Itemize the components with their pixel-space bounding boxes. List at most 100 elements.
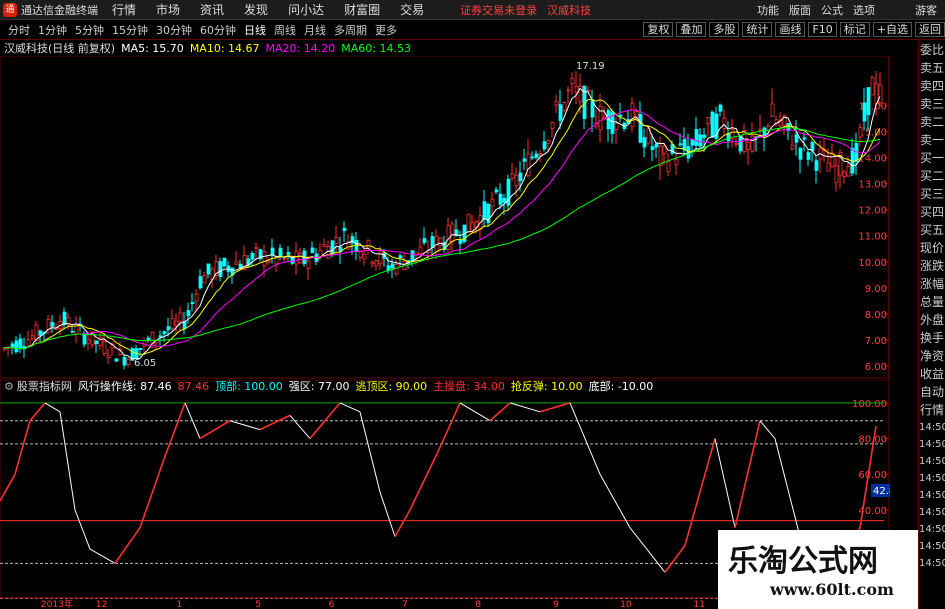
menu-wealth[interactable]: 财富圈 xyxy=(344,1,380,18)
period-weekly[interactable]: 周线 xyxy=(274,22,296,38)
login-notice[interactable]: 证券交易未登录 xyxy=(460,2,537,18)
menu-news[interactable]: 资讯 xyxy=(200,1,224,18)
candle-body xyxy=(250,253,255,260)
candle-body xyxy=(586,89,591,92)
add-watchlist-button[interactable]: +自选 xyxy=(872,22,912,37)
period-30min[interactable]: 30分钟 xyxy=(156,22,192,38)
candle-body xyxy=(658,145,663,166)
candle-body xyxy=(502,197,507,203)
candle-body xyxy=(374,260,379,267)
guest-user[interactable]: 游客 xyxy=(915,2,937,18)
price-tick-label: 8.00 xyxy=(865,310,887,321)
candle-body xyxy=(794,134,799,143)
quote-item: 14:50 xyxy=(919,473,945,484)
candle-body xyxy=(798,147,803,160)
price-tick-label: 15.00 xyxy=(858,128,887,139)
indicator-line-segment xyxy=(74,509,91,550)
stats-button[interactable]: 统计 xyxy=(742,22,773,37)
quote-item: 14:50 xyxy=(919,422,945,433)
candle-body xyxy=(842,171,847,177)
period-1min[interactable]: 1分钟 xyxy=(38,22,67,38)
date-label: 10 xyxy=(620,599,632,609)
watermark-title: 乐淘公式网 xyxy=(728,544,878,579)
quote-item[interactable]: 行情 xyxy=(919,401,945,419)
menu-layout[interactable]: 版面 xyxy=(789,2,811,18)
candle-body xyxy=(718,104,723,112)
menu-ask[interactable]: 问小达 xyxy=(288,1,324,18)
candle-body xyxy=(322,244,327,247)
candle-body xyxy=(566,89,571,92)
period-multi[interactable]: 多周期 xyxy=(334,22,367,38)
candle-body xyxy=(62,311,67,326)
back-button[interactable]: 返回 xyxy=(915,22,945,37)
period-monthly[interactable]: 月线 xyxy=(304,22,326,38)
menu-trade[interactable]: 交易 xyxy=(400,1,424,18)
period-timeshare[interactable]: 分时 xyxy=(8,22,30,38)
period-15min[interactable]: 15分钟 xyxy=(112,22,148,38)
adjust-button[interactable]: 复权 xyxy=(643,22,674,37)
candle-body xyxy=(678,143,683,146)
menu-formula[interactable]: 公式 xyxy=(821,2,843,18)
period-daily[interactable]: 日线 xyxy=(244,22,266,38)
candle-body xyxy=(342,227,347,232)
indicator-line-segment xyxy=(459,402,491,422)
period-60min[interactable]: 60分钟 xyxy=(200,22,236,38)
mark-button[interactable]: 标记 xyxy=(839,22,870,37)
candle-body xyxy=(270,247,275,256)
candle-body xyxy=(826,162,831,172)
candle-body xyxy=(650,146,655,150)
candle-body xyxy=(830,152,835,168)
menu-options[interactable]: 选项 xyxy=(853,2,875,18)
candle-body xyxy=(286,252,291,255)
draw-line-button[interactable]: 画线 xyxy=(775,22,806,37)
candle-body xyxy=(170,317,175,329)
candlestick-chart[interactable]: 16.0015.0014.0013.0012.0011.0010.009.008… xyxy=(0,56,890,379)
candle-body xyxy=(398,255,403,259)
quote-item: 买一 xyxy=(919,151,944,165)
period-5min[interactable]: 5分钟 xyxy=(75,22,104,38)
quote-item[interactable]: 自动 xyxy=(919,383,945,401)
candle-body xyxy=(190,301,195,304)
date-label: 8 xyxy=(475,599,481,609)
watermark-url: www.60lt.com xyxy=(770,580,894,599)
menu-market[interactable]: 市场 xyxy=(156,1,180,18)
candle-body xyxy=(218,261,223,277)
quote-item: 卖四 xyxy=(919,79,944,93)
candle-body xyxy=(174,320,179,326)
overlay-button[interactable]: 叠加 xyxy=(676,22,707,37)
candle-body xyxy=(38,330,43,336)
candle-body xyxy=(254,246,259,250)
candle-body xyxy=(674,159,679,165)
indicator-line-segment xyxy=(89,548,116,564)
candle-body xyxy=(194,293,199,302)
candle-body xyxy=(310,247,315,254)
candle-body xyxy=(50,322,55,327)
f10-button[interactable]: F10 xyxy=(808,22,837,37)
notice-stock: 汉威科技 xyxy=(547,3,592,17)
stock-name: 汉威科技(日线 前复权) xyxy=(4,42,116,55)
menu-quotes[interactable]: 行情 xyxy=(112,1,136,18)
candle-body xyxy=(326,246,331,259)
candle-body xyxy=(142,340,147,347)
candle-body xyxy=(706,117,711,125)
watermark: 乐淘公式网 www.60lt.com xyxy=(718,530,918,609)
high-annotation: 17.19 xyxy=(576,61,605,72)
indicator-line-segment xyxy=(164,402,186,457)
date-label: 7 xyxy=(402,599,408,609)
indicator-line-segment xyxy=(439,402,461,448)
candle-body xyxy=(86,339,91,344)
quote-item: 14:50 xyxy=(919,439,945,450)
candle-body xyxy=(422,238,427,243)
multi-stock-button[interactable]: 多股 xyxy=(709,22,740,37)
indicator-line-segment xyxy=(699,438,716,493)
ma5-label: MA5: 15.70 xyxy=(121,41,184,55)
indicator-line-segment xyxy=(59,411,76,510)
candle-body xyxy=(550,122,555,129)
menu-discover[interactable]: 发现 xyxy=(244,1,268,18)
main-chart-frame xyxy=(0,56,890,379)
price-tick-label: 10.00 xyxy=(858,258,887,269)
menu-function[interactable]: 功能 xyxy=(757,2,779,18)
sub-tick-label: 100.00 xyxy=(852,399,887,410)
candle-body xyxy=(94,340,99,345)
period-more[interactable]: 更多 xyxy=(375,22,397,38)
